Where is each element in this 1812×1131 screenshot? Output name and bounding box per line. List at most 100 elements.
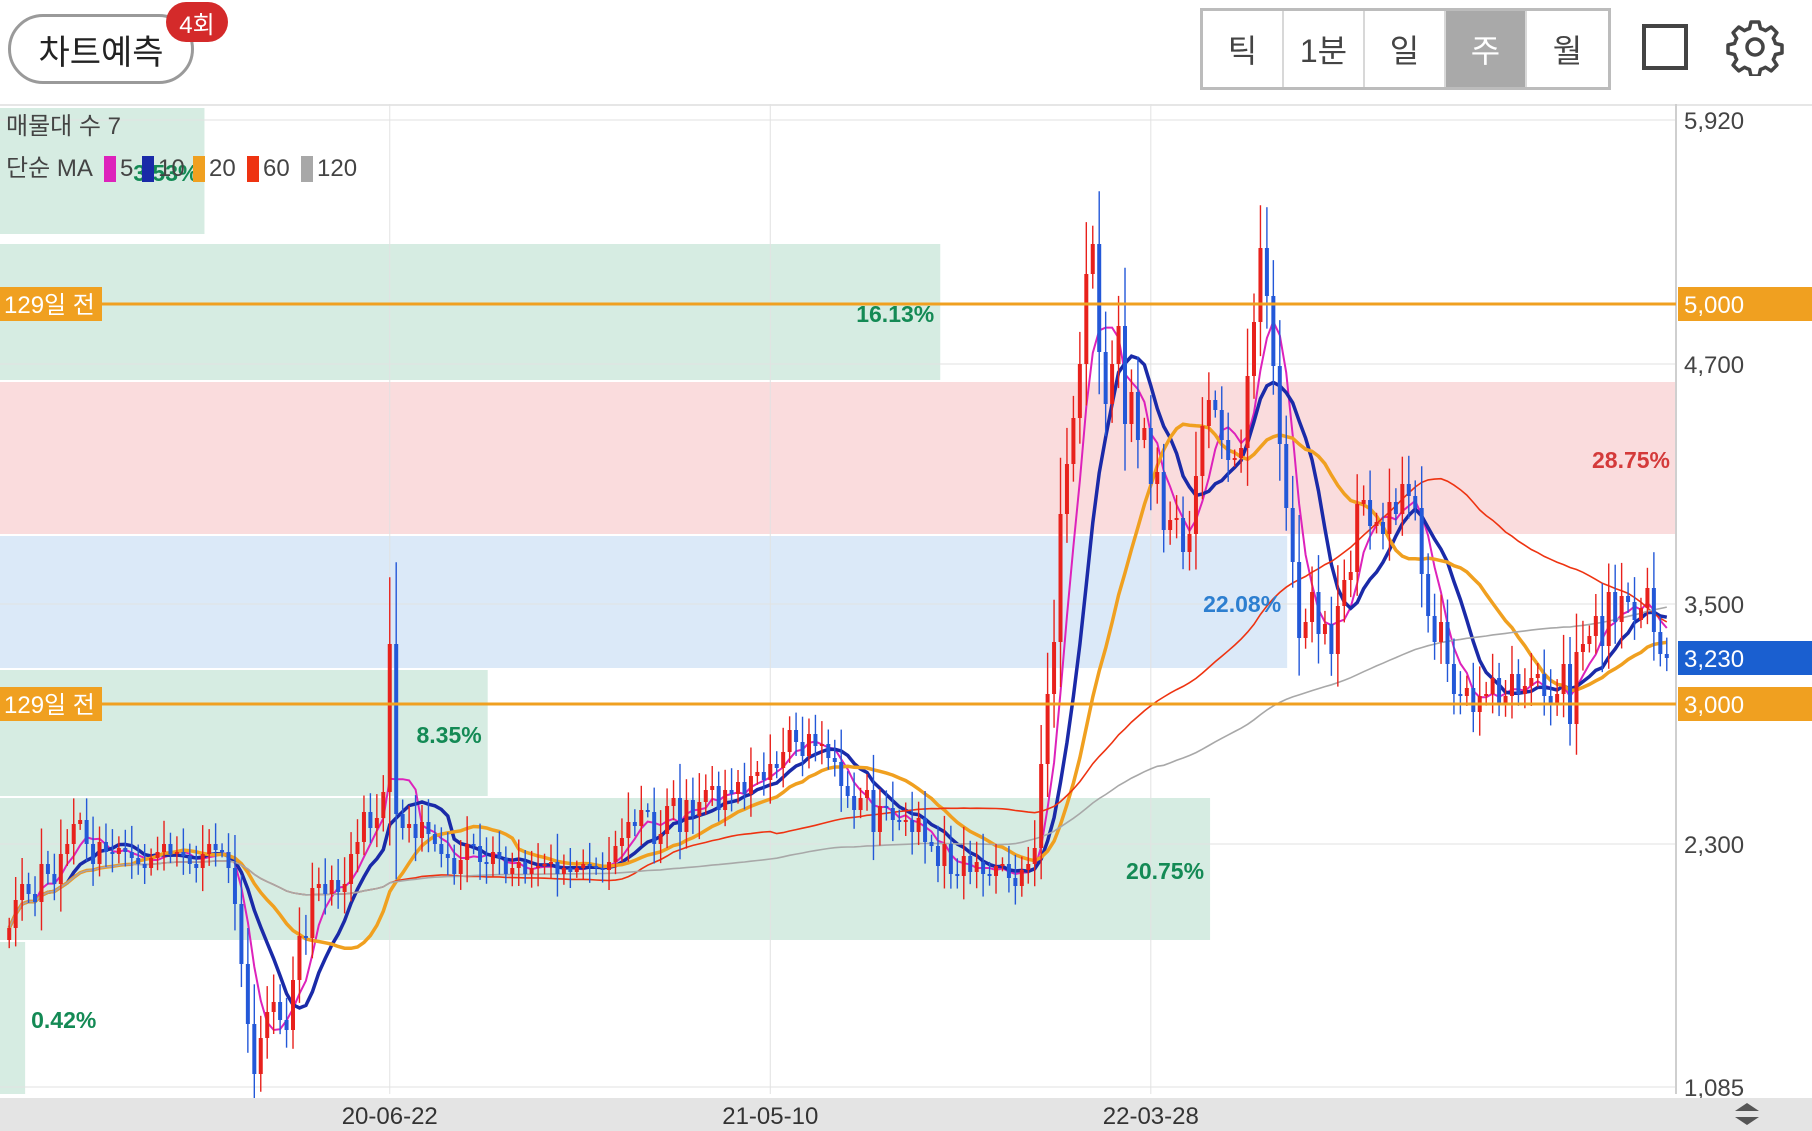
volume-zone-pct-5: 20.75% (1126, 858, 1204, 884)
candle (1464, 675, 1469, 706)
candle (252, 984, 257, 1098)
current-price-label: 3,230 (1684, 646, 1744, 673)
candle (1580, 620, 1585, 671)
candle (1587, 625, 1592, 653)
volume-zone-2 (0, 382, 1676, 534)
candle (1084, 222, 1089, 406)
candle (1458, 671, 1463, 715)
candle (1638, 597, 1643, 629)
volume-zone-pct-4: 8.35% (416, 722, 481, 748)
candle (1574, 613, 1579, 755)
tab-month[interactable]: 월 (1527, 11, 1608, 87)
candle (1593, 594, 1598, 654)
ma5-label: 5 (120, 155, 133, 182)
tab-tick[interactable]: 틱 (1203, 11, 1284, 87)
candle (794, 712, 799, 756)
ref-price-label-0: 5,000 (1684, 292, 1744, 319)
candle (1090, 225, 1095, 289)
period-tabs: 틱 1분 일 주 월 (1200, 8, 1611, 90)
ma20-swatch (193, 156, 205, 182)
volume-zone-3 (0, 536, 1288, 668)
candle (1342, 559, 1347, 623)
x-tick-label: 22-03-28 (1103, 1103, 1199, 1130)
ref-price-label-1: 3,000 (1684, 692, 1744, 719)
candle (1516, 659, 1521, 706)
candle (1529, 653, 1534, 706)
candle (271, 974, 276, 1034)
candle (1264, 207, 1269, 329)
x-tick-label: 20-06-22 (342, 1103, 438, 1130)
candle (1445, 599, 1450, 682)
candle (800, 716, 805, 777)
ref-line-label-0: 129일 전 (4, 292, 95, 319)
y-tick-label: 5,920 (1684, 108, 1744, 135)
candle (1497, 662, 1502, 717)
ma60-swatch (247, 156, 259, 182)
volume-zone-pct-6: 0.42% (31, 1007, 96, 1033)
tab-1min[interactable]: 1분 (1284, 11, 1365, 87)
volume-zone-pct-3: 22.08% (1203, 591, 1281, 617)
candle (1426, 553, 1431, 633)
candle (1600, 583, 1605, 673)
ma10-swatch (142, 156, 154, 182)
y-tick-label: 2,300 (1684, 832, 1744, 859)
candle (768, 734, 773, 804)
volume-profile-label: 매물대 수 7 (6, 113, 121, 140)
tab-week[interactable]: 주 (1446, 11, 1527, 87)
candle (1522, 668, 1527, 709)
square-icon[interactable] (1642, 24, 1688, 70)
ma5-swatch (104, 156, 116, 182)
top-toolbar: 차트예측 4회 틱 1분 일 주 월 (0, 0, 1812, 106)
candle (1509, 645, 1514, 719)
volume-zone-pct-1: 16.13% (856, 301, 934, 327)
candle (1632, 577, 1637, 640)
y-tick-label: 3,500 (1684, 592, 1744, 619)
ma120-label: 120 (317, 155, 357, 182)
candle (1658, 616, 1663, 667)
ma60-label: 60 (263, 155, 290, 182)
price-chart[interactable]: 129일 전 5,000129일 전 3,0003,230 3.53%16.13%2… (0, 104, 1812, 1098)
x-axis-labels: 20-06-22 21-05-10 22-03-28 (342, 1103, 1199, 1130)
y-tick-label: 4,700 (1684, 352, 1744, 379)
candle (832, 739, 837, 777)
volume-zone-6 (0, 942, 26, 1094)
candle (755, 761, 760, 785)
x-tick-label: 21-05-10 (722, 1103, 818, 1130)
candle (1045, 652, 1050, 798)
candle (1503, 680, 1508, 717)
volume-zone-1 (0, 244, 941, 380)
candle (1613, 564, 1618, 644)
ma120-swatch (301, 156, 313, 182)
ref-line-label-1: 129일 전 (4, 692, 95, 719)
candle (1568, 637, 1573, 746)
candle (1329, 596, 1334, 676)
candle (291, 956, 296, 1049)
tab-day[interactable]: 일 (1365, 11, 1446, 87)
candle (258, 1015, 263, 1092)
ma20-label: 20 (209, 155, 236, 182)
candle (1626, 582, 1631, 613)
volume-zone-pct-2: 28.75% (1592, 447, 1670, 473)
predict-count-badge: 4회 (166, 2, 228, 42)
candle (1471, 662, 1476, 733)
chart-predict-label: 차트예측 (38, 33, 164, 72)
candle (1484, 681, 1489, 706)
candle (1297, 515, 1302, 676)
candle (1303, 608, 1308, 649)
candle (1322, 610, 1327, 645)
gear-icon[interactable] (1726, 18, 1784, 76)
candle (245, 928, 250, 1053)
candle (1258, 205, 1263, 357)
ma10-label: 10 (158, 155, 185, 182)
candle (265, 986, 270, 1059)
candle (826, 729, 831, 770)
candle (1271, 260, 1276, 395)
candle (1542, 649, 1547, 716)
candle (1316, 555, 1321, 664)
candle (1348, 550, 1353, 598)
candle (1439, 594, 1444, 664)
candle (1477, 666, 1482, 736)
ma-legend-label: 단순 MA (6, 155, 93, 182)
candle (284, 997, 289, 1048)
y-tick-label: 1,085 (1684, 1075, 1744, 1098)
